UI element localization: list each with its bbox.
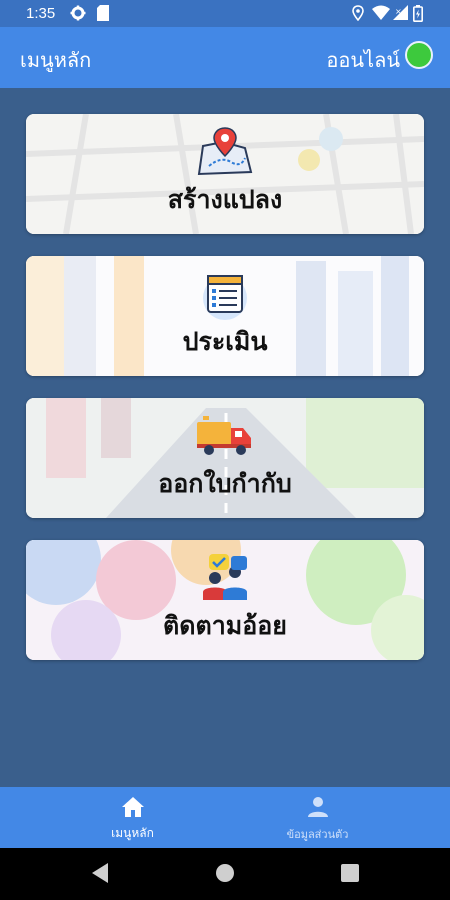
wifi-icon	[372, 5, 390, 25]
people-icon	[195, 552, 255, 606]
bottom-navigation: เมนูหลัก ข้อมูลส่วนตัว	[0, 787, 450, 848]
gear-icon	[70, 5, 86, 25]
menu-card-evaluate[interactable]: ประเมิน	[26, 256, 424, 376]
truck-icon	[195, 410, 255, 464]
location-icon	[352, 5, 364, 25]
menu-card-label: ประเมิน	[182, 327, 268, 356]
battery-icon	[413, 5, 423, 26]
home-icon	[121, 796, 145, 822]
menu-card-label: สร้างแปลง	[167, 185, 283, 214]
menu-card-label: ติดตามอ้อย	[163, 611, 287, 640]
nav-item-profile[interactable]: ข้อมูลส่วนตัว	[205, 787, 430, 848]
person-icon	[307, 796, 329, 822]
page-title: เมนูหลัก	[20, 48, 92, 72]
svg-text:×: ×	[395, 7, 402, 16]
menu-card-track-sugarcane[interactable]: ติดตามอ้อย	[26, 540, 424, 660]
status-bar: 1:35 ×	[0, 0, 450, 27]
connection-status-text: ออนไลน์	[326, 48, 400, 72]
online-status-indicator	[405, 41, 433, 69]
nav-label-profile: ข้อมูลส่วนตัว	[286, 828, 349, 841]
system-navigation-bar	[0, 848, 450, 900]
sim-card-icon	[97, 5, 109, 25]
menu-card-label: ออกใบกำกับ	[158, 469, 292, 498]
status-time: 1:35	[26, 5, 56, 22]
home-button-icon[interactable]	[215, 863, 235, 887]
menu-card-issue-invoice[interactable]: ออกใบกำกับ	[26, 398, 424, 518]
checklist-icon	[197, 268, 253, 324]
menu-card-create-plot[interactable]: สร้างแปลง	[26, 114, 424, 234]
app-bar: เมนูหลัก ออนไลน์	[0, 27, 450, 88]
recents-icon[interactable]	[341, 864, 359, 886]
signal-icon: ×	[393, 5, 409, 25]
back-icon[interactable]	[90, 862, 110, 888]
map-pin-icon	[195, 126, 255, 182]
